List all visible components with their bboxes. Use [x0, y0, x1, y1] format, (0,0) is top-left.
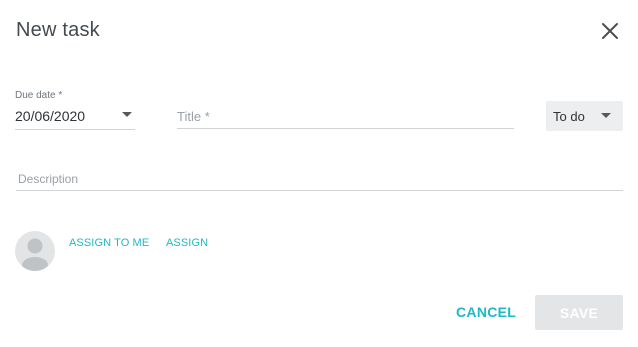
- cancel-button[interactable]: CANCEL: [456, 304, 516, 320]
- chevron-down-icon: [601, 113, 611, 118]
- chevron-down-icon: [122, 112, 132, 117]
- close-icon: [602, 23, 618, 39]
- avatar-placeholder-icon: [15, 231, 55, 271]
- due-date-value: 20/06/2020: [15, 108, 86, 124]
- status-select[interactable]: To do: [546, 101, 623, 131]
- dialog-title: New task: [16, 19, 100, 41]
- description-placeholder: Description: [18, 172, 79, 186]
- due-date-label: Due date *: [15, 90, 63, 101]
- status-value: To do: [553, 109, 585, 124]
- save-button[interactable]: SAVE: [535, 295, 623, 330]
- save-button-label: SAVE: [559, 305, 599, 321]
- description-input[interactable]: Description: [16, 167, 623, 191]
- assign-button[interactable]: ASSIGN: [166, 237, 208, 249]
- due-date-select[interactable]: 20/06/2020: [15, 104, 135, 130]
- title-placeholder: Title *: [177, 109, 210, 124]
- new-task-dialog: New task Due date * 20/06/2020 Title * T…: [0, 0, 638, 347]
- close-button[interactable]: [598, 19, 622, 43]
- assign-to-me-button[interactable]: ASSIGN TO ME: [69, 237, 149, 249]
- title-input[interactable]: Title *: [177, 104, 514, 129]
